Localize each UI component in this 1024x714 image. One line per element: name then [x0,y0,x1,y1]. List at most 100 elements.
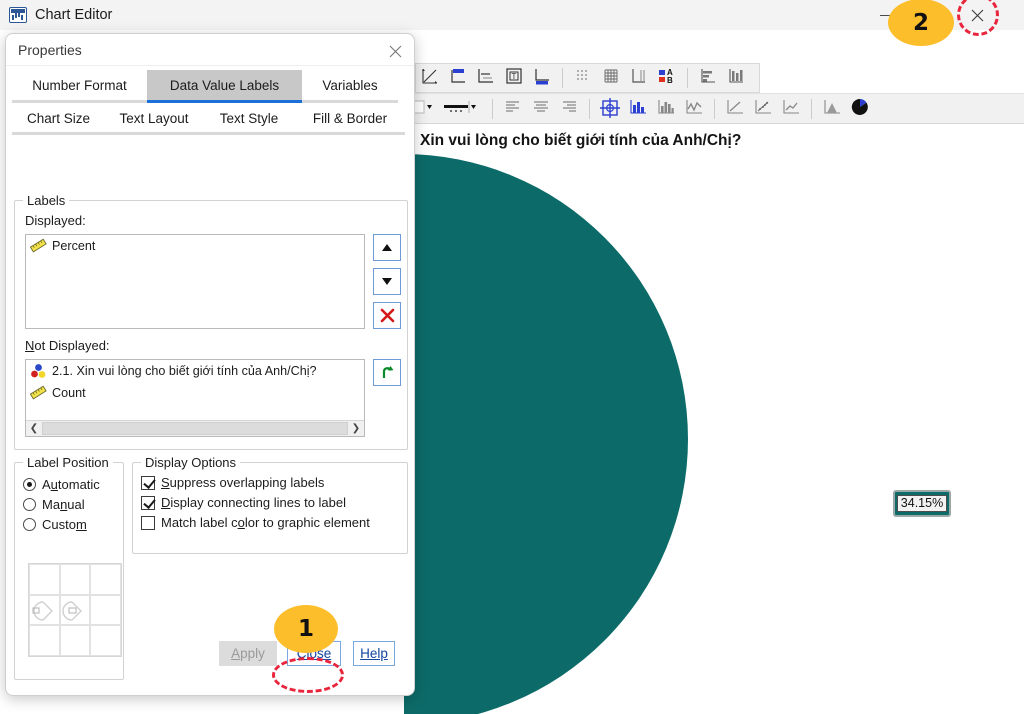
svg-text:B: B [667,76,673,85]
move-down-button[interactable] [373,268,401,295]
annotation-label: 1 [297,616,314,642]
axis-icon[interactable] [417,66,443,90]
pie-chart[interactable] [404,154,743,714]
dialog-close-button[interactable] [384,40,406,62]
grid-icon[interactable] [598,66,624,90]
align-left-icon[interactable] [500,97,526,121]
scrollbar-thumb[interactable] [42,422,348,435]
tab-text-style[interactable]: Text Style [203,104,295,135]
window-close-button[interactable] [954,0,1000,30]
axis-bottom-icon[interactable] [529,66,555,90]
ruler-scale-icon [29,238,47,254]
bar-top-icon[interactable] [445,66,471,90]
annotation-bubble-2: 2 [888,0,954,46]
list-item[interactable]: 2.1. Xin vui lòng cho biết giới tính của… [26,360,364,382]
radio-manual[interactable]: Manual [23,497,123,512]
text-box-icon[interactable]: T [501,66,527,90]
scatter-fit-icon[interactable] [750,97,776,121]
tab-chart-size[interactable]: Chart Size [12,104,105,135]
checkbox-display-connecting-lines[interactable]: Display connecting lines to label [141,495,407,510]
ruler-scale-icon [29,385,47,401]
scatter-icon[interactable] [722,97,748,121]
grid-cell-top-center[interactable] [59,564,91,595]
chevron-left-icon[interactable]: ❮ [26,423,42,434]
not-displayed-listbox[interactable]: 2.1. Xin vui lòng cho biết giới tính của… [25,359,365,437]
grid-cell-top-right[interactable] [90,564,121,595]
grid-target-icon[interactable] [597,97,623,121]
radio-automatic[interactable]: Automatic [23,477,123,492]
grid-cell-top-left[interactable] [29,564,60,595]
arrow-down-icon [382,278,392,285]
tab-number-format[interactable]: Number Format [12,70,147,103]
axis-corner-icon[interactable] [626,66,652,90]
checkbox-icon [141,495,155,510]
toolbar-separator [589,98,590,119]
pie-chart-icon[interactable] [847,97,873,121]
help-button[interactable]: Help [353,641,395,666]
pie-slices[interactable] [404,154,688,714]
chevron-right-icon[interactable]: ❯ [348,423,364,434]
list-item[interactable]: Count [26,382,364,404]
checkbox-suppress-overlapping-labels[interactable]: Suppress overlapping labels [141,475,407,490]
horizontal-scrollbar[interactable]: ❮ ❯ [26,420,364,436]
line-style-icon[interactable] [441,97,485,121]
chart-toolbar-row-1[interactable]: T AB [415,63,760,93]
tab-data-value-labels[interactable]: Data Value Labels [147,70,302,103]
density-icon[interactable] [819,97,845,121]
not-displayed-label: Not Displayed: [25,338,110,353]
help-button-label: Help [360,646,388,661]
bar-chart-icon[interactable] [625,97,651,121]
checkbox-match-label-color[interactable]: Match label color to graphic element [141,515,407,530]
toolbar-separator [687,68,688,88]
radio-label: Manual [42,497,85,512]
apply-button[interactable]: Apply [219,641,277,666]
grid-cell-middle-left[interactable] [29,594,60,626]
dialog-tabs-row-1[interactable]: Number Format Data Value Labels Variable… [6,70,414,103]
label-position-title: Label Position [23,455,113,470]
dialog-title: Properties [18,42,82,58]
annotation-label: 2 [912,9,929,36]
chart-canvas[interactable]: Xin vui lòng cho biết giới tính của Anh/… [404,124,1024,714]
window-title: Chart Editor [35,7,113,23]
align-right-icon[interactable] [556,97,582,121]
tab-text-layout[interactable]: Text Layout [105,104,203,135]
bar-h-icon[interactable] [695,66,721,90]
grid-dots-icon[interactable] [570,66,596,90]
dialog-tabs-row-2[interactable]: Chart Size Text Layout Text Style Fill &… [6,104,414,135]
apply-button-label: Apply [231,646,265,661]
list-item[interactable]: Percent [26,235,364,257]
list-item-label: Percent [52,239,96,253]
line-chart-icon[interactable] [778,97,804,121]
displayed-listbox[interactable]: Percent [25,234,365,329]
data-value-label-text: 34.15% [896,495,948,512]
close-icon [389,45,401,57]
grid-cell-middle-center[interactable] [59,594,91,626]
area-line-icon[interactable] [681,97,707,121]
grid-cell-middle-right[interactable] [90,594,121,626]
label-inside-icon [61,600,82,621]
tab-fill-and-border[interactable]: Fill & Border [295,104,405,135]
radio-custom[interactable]: Custom [23,517,123,532]
legend-ab-icon[interactable]: AB [654,66,680,90]
arrow-up-icon [382,244,392,251]
chart-toolbar-row-2[interactable] [404,93,1024,124]
bar-v-icon[interactable] [723,66,749,90]
red-x-icon [380,308,394,323]
labels-group-title: Labels [23,193,70,208]
label-outside-icon [32,600,53,621]
move-up-button[interactable] [373,234,401,261]
svg-text:T: T [512,72,517,81]
displayed-label: Displayed: [25,213,86,228]
display-options-group: Display Options Suppress overlapping lab… [132,455,408,554]
promote-label-button[interactable] [373,359,401,386]
toolbar-separator [811,98,812,119]
tab-variables[interactable]: Variables [302,70,398,103]
histogram-icon[interactable] [653,97,679,121]
remove-label-button[interactable] [373,302,401,329]
reference-line-icon[interactable] [473,66,499,90]
properties-dialog[interactable]: Properties Number Format Data Value Labe… [5,33,415,696]
align-center-icon[interactable] [528,97,554,121]
checkbox-label: Match label color to graphic element [161,515,370,530]
data-value-label[interactable]: 34.15% [893,490,951,517]
chart-title[interactable]: Xin vui lòng cho biết giới tính của Anh/… [420,132,840,150]
